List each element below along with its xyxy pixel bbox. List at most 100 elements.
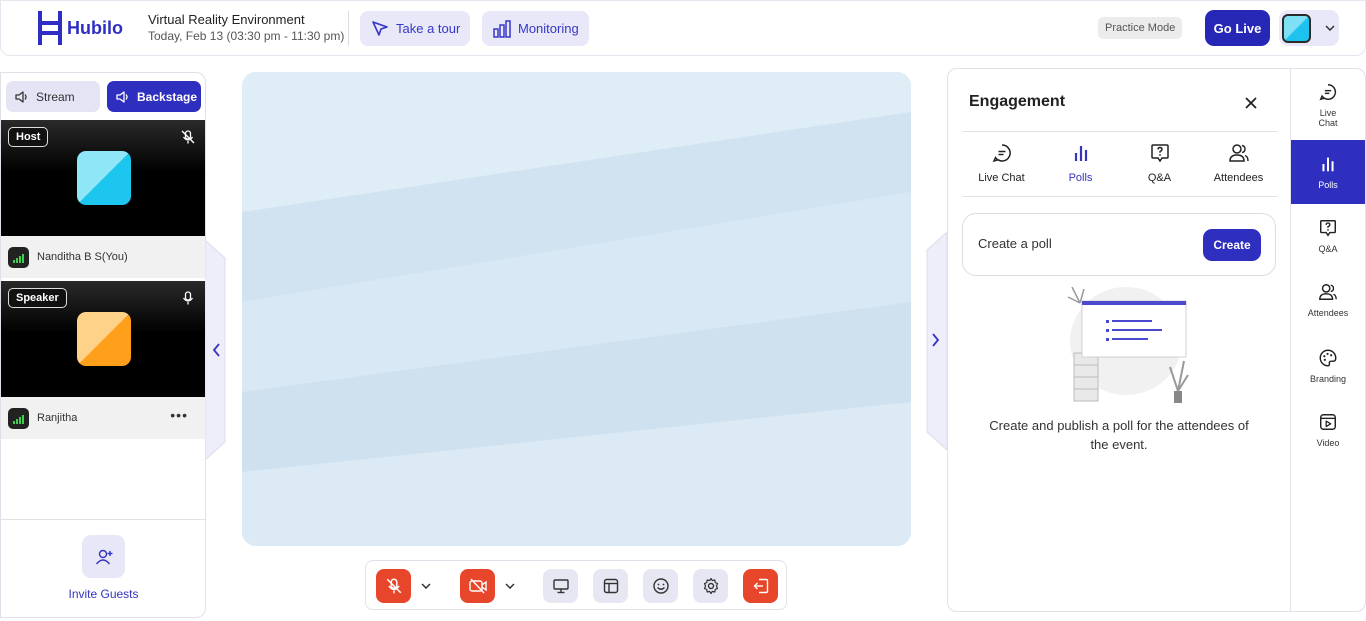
rail-item-qa[interactable]: Q&A — [1291, 206, 1365, 266]
backstage-button[interactable]: Backstage — [107, 81, 201, 112]
collapse-right-panel-button[interactable] — [925, 232, 947, 450]
logo-text: Hubilo — [67, 17, 123, 38]
header-divider — [348, 11, 349, 46]
mic-muted-icon — [386, 578, 401, 594]
reactions-button[interactable] — [643, 569, 678, 603]
chevron-down-icon — [421, 583, 431, 589]
screen-share-icon — [552, 579, 569, 594]
rail-item-label: Branding — [1309, 374, 1347, 384]
rail-item-attendees[interactable]: Attendees — [1291, 270, 1365, 330]
participants-panel: Stream Backstage Host Nanditha B S(You) … — [0, 72, 206, 618]
chat-icon — [1319, 83, 1337, 101]
take-tour-label: Take a tour — [396, 21, 461, 36]
speaker-icon — [15, 90, 27, 103]
polls-empty-state-text: Create and publish a poll for the attend… — [989, 418, 1249, 452]
create-poll-card: Create a poll Create — [962, 213, 1276, 276]
go-live-button[interactable]: Go Live — [1205, 10, 1270, 46]
take-tour-button[interactable]: Take a tour — [360, 11, 471, 46]
hubilo-logo[interactable]: Hubilo — [37, 10, 123, 46]
mic-toggle-button[interactable] — [376, 569, 411, 603]
rail-item-polls[interactable]: Polls — [1291, 140, 1365, 204]
rail-item-label: Live Chat — [1318, 108, 1338, 128]
tab-label: Q&A — [1147, 172, 1172, 184]
poll-icon — [1322, 157, 1334, 172]
camera-toggle-button[interactable] — [460, 569, 495, 603]
close-icon[interactable] — [1242, 94, 1260, 112]
poll-icon — [1074, 146, 1087, 161]
video-icon — [1320, 414, 1336, 430]
layout-icon — [603, 578, 618, 594]
emoji-icon — [652, 578, 669, 594]
role-badge: Host — [8, 127, 49, 147]
add-user-icon — [95, 549, 112, 564]
event-title: Virtual Reality Environment — [148, 12, 305, 27]
camera-off-icon — [468, 578, 487, 594]
chevron-down-icon — [1325, 25, 1335, 31]
screen-share-button[interactable] — [543, 569, 578, 603]
pointer-icon — [372, 20, 388, 36]
speaker-video-tile[interactable]: Speaker — [1, 281, 205, 397]
host-video-tile[interactable]: Host — [1, 120, 205, 236]
right-rail-nav: Live Chat Polls Q&A Attendees Branding V… — [1290, 68, 1366, 612]
camera-options-dropdown[interactable] — [499, 569, 521, 603]
rail-item-branding[interactable]: Branding — [1291, 336, 1365, 396]
speaker-avatar — [77, 312, 131, 366]
layout-button[interactable] — [593, 569, 628, 603]
invite-guests-button[interactable] — [82, 535, 125, 578]
event-info: Virtual Reality Environment Today, Feb 1… — [148, 12, 344, 43]
chevron-down-icon — [505, 583, 515, 589]
engagement-tabs: Live Chat Polls Q&A Attendees — [962, 131, 1278, 197]
attendees-icon — [1228, 144, 1249, 162]
attendees-icon — [1319, 284, 1337, 300]
participant-name: Ranjitha — [37, 412, 78, 424]
profile-menu[interactable] — [1279, 10, 1339, 46]
monitoring-button[interactable]: Monitoring — [482, 11, 589, 46]
palette-icon — [1319, 349, 1337, 367]
stage-video-area — [242, 72, 911, 546]
media-controls-toolbar — [365, 560, 787, 610]
tab-live-chat[interactable]: Live Chat — [962, 132, 1041, 196]
more-options-icon[interactable]: ••• — [170, 407, 188, 423]
hubilo-logo-icon — [38, 11, 62, 45]
leave-icon — [753, 578, 768, 594]
create-poll-label: Create a poll — [978, 236, 1052, 251]
mic-icon[interactable] — [180, 290, 196, 306]
invite-guests-label[interactable]: Invite Guests — [1, 587, 205, 601]
invite-guests-section: Invite Guests — [1, 519, 205, 617]
qa-icon — [1150, 144, 1169, 163]
tab-qa[interactable]: Q&A — [1120, 132, 1199, 196]
rail-item-label: Attendees — [1307, 308, 1349, 318]
participant-row-speaker: Ranjitha ••• — [1, 397, 205, 439]
event-time: Today, Feb 13 (03:30 pm - 11:30 pm) — [148, 29, 345, 43]
chat-icon — [992, 144, 1011, 163]
settings-button[interactable] — [693, 569, 728, 603]
engagement-panel: Engagement Live Chat Polls Q&A Attendees… — [947, 68, 1291, 612]
collapse-left-panel-button[interactable] — [205, 240, 227, 460]
tab-attendees[interactable]: Attendees — [1199, 132, 1278, 196]
monitoring-label: Monitoring — [518, 21, 579, 36]
tab-label: Attendees — [1213, 172, 1264, 184]
mic-options-dropdown[interactable] — [415, 569, 437, 603]
bar-chart-icon — [493, 19, 511, 38]
rail-item-live-chat[interactable]: Live Chat — [1291, 73, 1365, 137]
participant-name: Nanditha B S(You) — [37, 251, 128, 263]
speaker-icon — [116, 90, 128, 103]
rail-item-label: Q&A — [1318, 244, 1338, 254]
signal-strength-icon — [8, 407, 29, 429]
practice-mode-badge: Practice Mode — [1098, 17, 1183, 39]
rail-item-video[interactable]: Video — [1291, 400, 1365, 460]
mic-muted-icon[interactable] — [180, 129, 196, 145]
poll-illustration — [1067, 286, 1189, 403]
engagement-title: Engagement — [969, 93, 1066, 110]
leave-button[interactable] — [743, 569, 778, 603]
gear-icon — [703, 577, 718, 595]
tab-polls[interactable]: Polls — [1041, 132, 1120, 196]
rail-item-label: Polls — [1318, 180, 1338, 190]
avatar — [1282, 13, 1311, 43]
backstage-label: Backstage — [137, 89, 198, 104]
stream-button[interactable]: Stream — [6, 81, 100, 112]
top-header: Hubilo Virtual Reality Environment Today… — [0, 0, 1366, 56]
create-poll-button[interactable]: Create — [1203, 229, 1261, 261]
tab-label: Polls — [1068, 172, 1093, 184]
stage-background — [242, 72, 911, 546]
